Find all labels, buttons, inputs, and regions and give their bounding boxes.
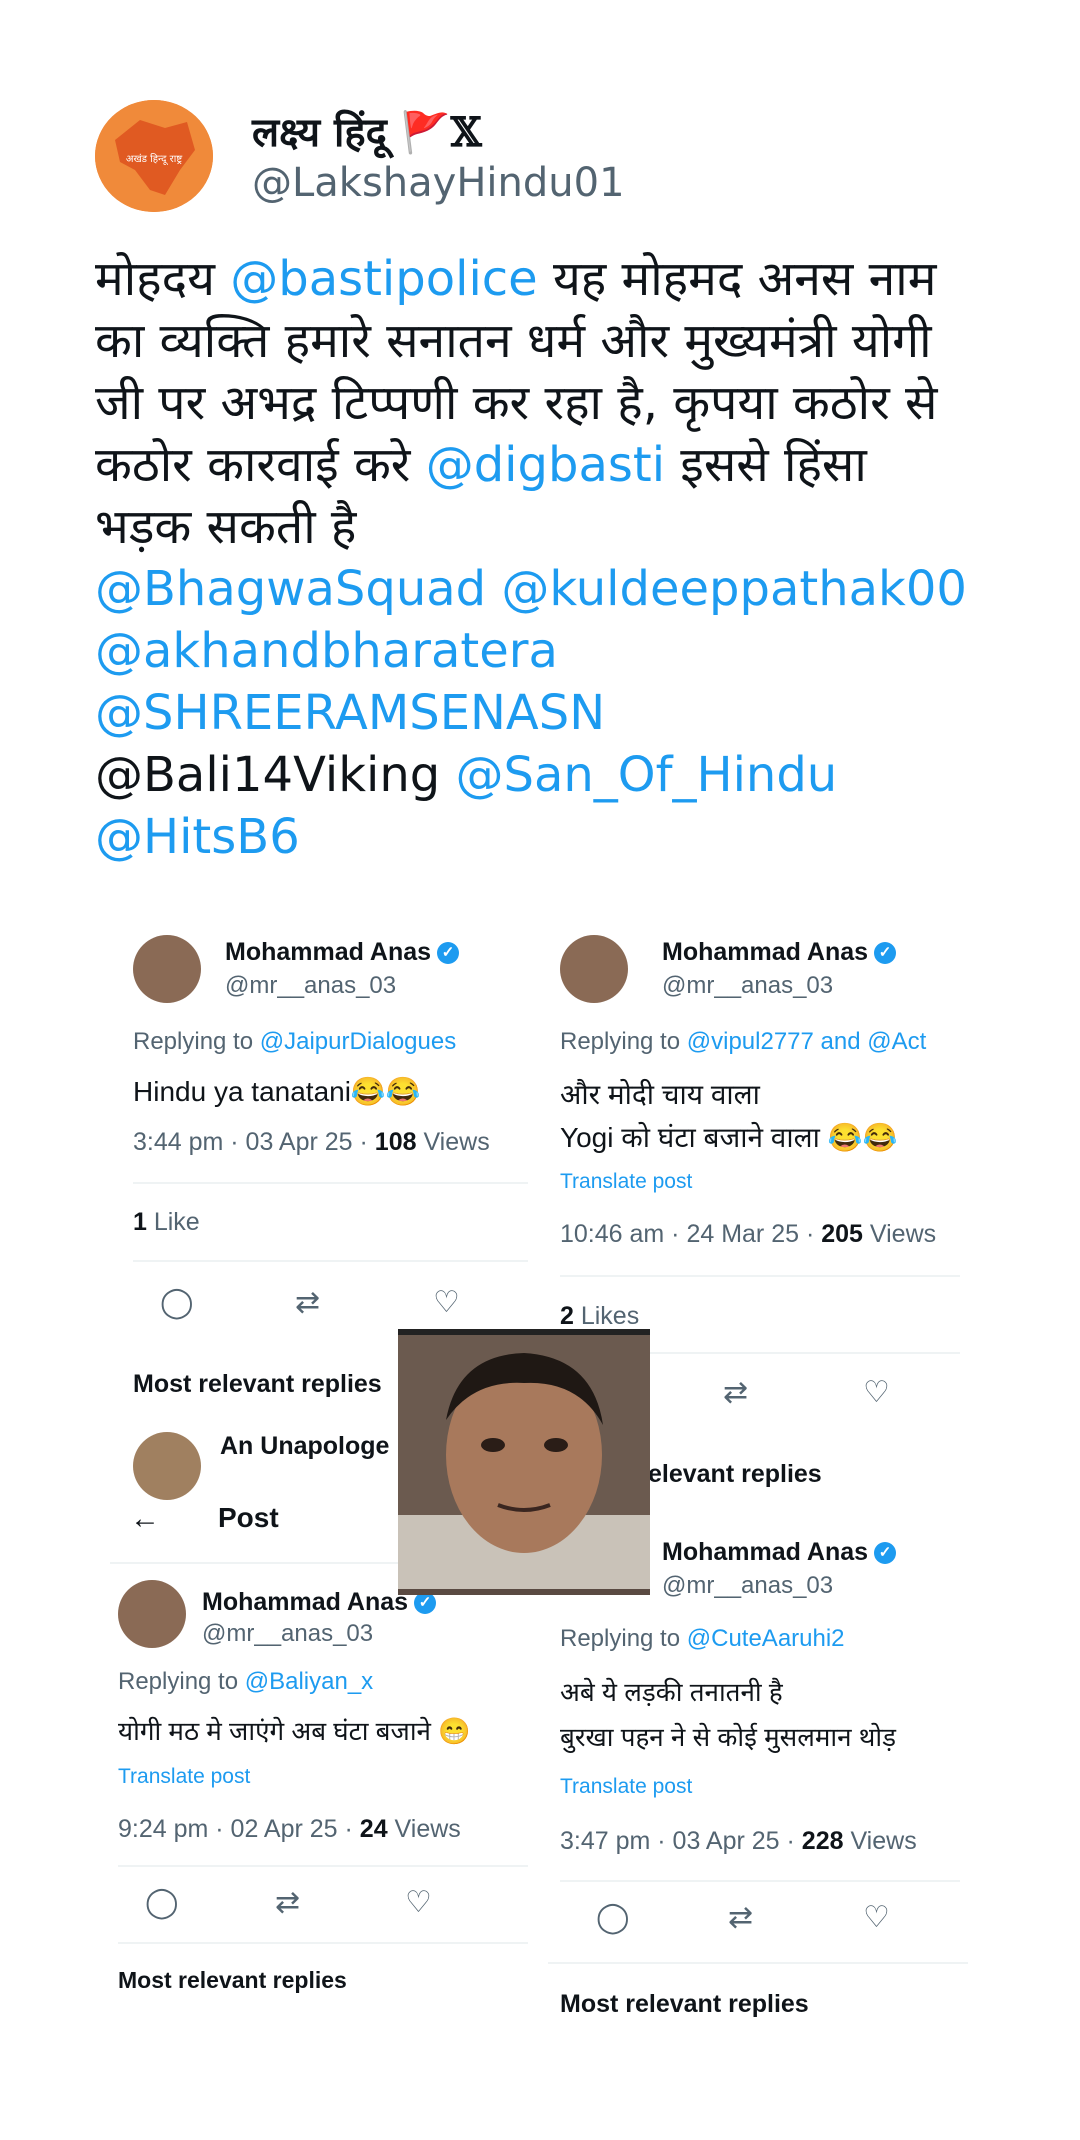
heart-icon[interactable]: ♡ (863, 1375, 890, 1410)
retweet-icon[interactable]: ⇄ (275, 1885, 300, 1920)
verified-badge-icon: ✓ (437, 942, 460, 965)
user-handle: @mr__anas_03 (662, 1572, 834, 1599)
divider (118, 1942, 528, 1944)
retweet-icon[interactable]: ⇄ (295, 1285, 320, 1320)
divider (548, 1962, 968, 1964)
reply-icon[interactable]: ◯ (145, 1885, 179, 1920)
post-meta: 10:46 am · 24 Mar 25 · 205 Views (560, 1220, 937, 1248)
most-relevant-replies[interactable]: Most relevant replies (118, 1967, 347, 1994)
most-relevant-replies[interactable]: Most relevant replies (560, 1990, 809, 2019)
translate-post-link[interactable]: Translate post (560, 1170, 692, 1194)
reply-text: योगी मठ मे जाएंगे अब घंटा बजाने 😁 (118, 1716, 471, 1746)
reply-text: Hindu ya tanatani😂😂 (133, 1076, 421, 1107)
verified-badge-icon: ✓ (874, 942, 897, 965)
divider (118, 1865, 528, 1867)
replying-to: Replying to @JaipurDialogues (133, 1028, 457, 1055)
reply-text-line-2: बुरखा पहन ने से कोई मुसलमान थोड़ (560, 1722, 897, 1752)
divider (133, 1260, 528, 1262)
divider (560, 1880, 960, 1882)
face-photo-image (398, 1335, 650, 1589)
reply-text-line-1: अबे ये लड़की तनातनी है (560, 1677, 783, 1707)
most-relevant-replies[interactable]: Most relevant replies (133, 1370, 382, 1399)
verified-badge-icon: ✓ (874, 1542, 897, 1565)
user-name: Mohammad Anas ✓ (662, 938, 897, 967)
heart-icon[interactable]: ♡ (863, 1900, 890, 1935)
translate-post-link[interactable]: Translate post (118, 1765, 250, 1789)
screenshot-collage: Mohammad Anas ✓ @mr__anas_03 Replying to … (0, 0, 1080, 2140)
replying-to: Replying to @vipul2777 and @Act (560, 1028, 927, 1055)
like-count: 2 Likes (560, 1302, 640, 1330)
user-name: Mohammad Anas ✓ (225, 938, 460, 967)
back-arrow-icon[interactable]: ← (130, 1502, 160, 1536)
retweet-icon[interactable]: ⇄ (728, 1900, 753, 1935)
replying-to: Replying to @Baliyan_x (118, 1668, 374, 1695)
translate-post-link[interactable]: Translate post (560, 1775, 692, 1799)
avatar (133, 1432, 201, 1500)
reply-icon[interactable]: ◯ (596, 1900, 630, 1935)
user-handle: @mr__anas_03 (225, 972, 397, 999)
heart-icon[interactable]: ♡ (433, 1285, 460, 1320)
profile-photo (398, 1329, 650, 1595)
avatar (118, 1580, 186, 1648)
most-relevant-replies[interactable]: elevant replies (648, 1460, 822, 1489)
like-count: 1 Like (133, 1208, 200, 1236)
reply-icon[interactable]: ◯ (160, 1285, 194, 1320)
post-header-title: Post (218, 1502, 279, 1533)
heart-icon[interactable]: ♡ (405, 1885, 432, 1920)
user-name: An Unapologe (220, 1432, 390, 1460)
divider (560, 1275, 960, 1277)
reply-text-line-2: Yogi को घंटा बजाने वाला 😂😂 (560, 1122, 898, 1153)
replying-to: Replying to @CuteAaruhi2 (560, 1625, 845, 1652)
user-handle: @mr__anas_03 (662, 972, 834, 999)
divider (133, 1182, 528, 1184)
post-meta: 9:24 pm · 02 Apr 25 · 24 Views (118, 1815, 461, 1843)
post-meta: 3:47 pm · 03 Apr 25 · 228 Views (560, 1827, 917, 1855)
user-handle: @mr__anas_03 (202, 1620, 374, 1647)
retweet-icon[interactable]: ⇄ (723, 1375, 748, 1410)
post-meta: 3:44 pm · 03 Apr 25 · 108 Views (133, 1128, 490, 1156)
verified-badge-icon: ✓ (414, 1592, 437, 1615)
avatar (133, 935, 201, 1003)
reply-text-line-1: और मोदी चाय वाला (560, 1079, 760, 1110)
user-name: Mohammad Anas ✓ (662, 1538, 897, 1567)
avatar (560, 935, 628, 1003)
